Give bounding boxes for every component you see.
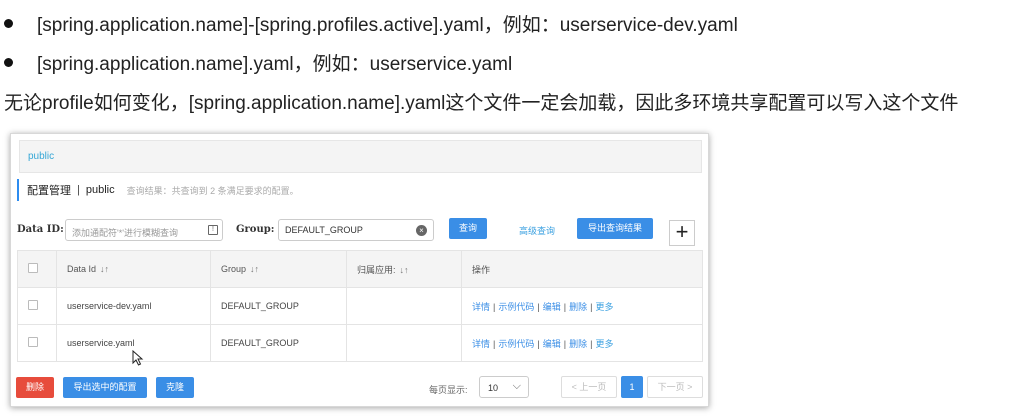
op-more-link[interactable]: 更多 bbox=[595, 339, 613, 349]
table-header-row: Data Id ↓↑ Group ↓↑ 归属应用: ↓↑ 操作 bbox=[17, 250, 703, 288]
delete-button[interactable]: 删除 bbox=[16, 377, 54, 398]
bullet-dot-icon bbox=[4, 58, 13, 67]
title-separator: | bbox=[77, 184, 80, 196]
row-select-cell[interactable] bbox=[17, 324, 57, 362]
op-delete-link[interactable]: 删除 bbox=[569, 339, 587, 349]
clear-icon[interactable]: × bbox=[416, 225, 427, 236]
header-ops-label: 操作 bbox=[472, 264, 491, 275]
select-all-checkbox[interactable] bbox=[28, 263, 38, 273]
header-group-label: Group bbox=[221, 264, 247, 274]
op-sample-code-link[interactable]: 示例代码 bbox=[498, 302, 534, 312]
bullet-item-2: [spring.application.name].yaml，例如：userse… bbox=[4, 49, 512, 76]
bullet-text-2: [spring.application.name].yaml，例如：userse… bbox=[37, 54, 513, 75]
data-id-label: Data ID: bbox=[17, 224, 64, 235]
header-ops: 操作 bbox=[461, 250, 703, 288]
export-query-results-button[interactable]: 导出查询结果 bbox=[577, 218, 653, 239]
sort-icon[interactable]: ↓↑ bbox=[250, 264, 259, 274]
bullet-item-1: [spring.application.name]-[spring.profil… bbox=[4, 10, 738, 37]
row-select-cell[interactable] bbox=[17, 287, 57, 325]
page-title-row: 配置管理 | public 查询结果：共查询到 2 条满足要求的配置。 bbox=[17, 178, 299, 202]
header-app-label: 归属应用: bbox=[357, 264, 396, 275]
paragraph: 无论profile如何变化，[spring.application.name].… bbox=[4, 93, 959, 114]
page-size-label: 每页显示: bbox=[429, 385, 468, 395]
chevron-down-icon: ⌵ bbox=[512, 380, 521, 392]
sort-icon[interactable]: ↓↑ bbox=[400, 265, 409, 275]
cell-ops: 详情 | 示例代码 | 编辑 | 删除 | 更多 bbox=[461, 324, 703, 362]
op-edit-link[interactable]: 编辑 bbox=[543, 339, 561, 349]
bullet-dot-icon bbox=[4, 19, 13, 28]
op-more-link[interactable]: 更多 bbox=[595, 302, 613, 312]
page-size-select[interactable]: 10 ⌵ bbox=[479, 376, 529, 398]
namespace-bar: public bbox=[19, 140, 702, 173]
input-suffix-icon: ! bbox=[208, 225, 218, 235]
nacos-config-screenshot: public 配置管理 | public 查询结果：共查询到 2 条满足要求的配… bbox=[10, 133, 709, 407]
namespace-tab-public[interactable]: public bbox=[28, 151, 54, 162]
add-config-button[interactable]: + bbox=[669, 220, 695, 246]
group-label: Group: bbox=[236, 224, 275, 235]
cell-app bbox=[346, 324, 462, 362]
export-selected-button[interactable]: 导出选中的配置 bbox=[63, 377, 147, 398]
mouse-pointer-icon bbox=[132, 350, 144, 366]
row-checkbox[interactable] bbox=[28, 337, 38, 347]
cell-ops: 详情 | 示例代码 | 编辑 | 删除 | 更多 bbox=[461, 287, 703, 325]
group-input-value: DEFAULT_GROUP bbox=[285, 225, 363, 235]
op-detail-link[interactable]: 详情 bbox=[472, 302, 490, 312]
prev-page-button[interactable]: < 上一页 bbox=[561, 376, 617, 398]
header-data-id-label: Data Id bbox=[67, 264, 97, 274]
select-all-cell[interactable] bbox=[17, 250, 57, 288]
op-sample-code-link[interactable]: 示例代码 bbox=[498, 339, 534, 349]
cell-group: DEFAULT_GROUP bbox=[210, 324, 347, 362]
title-accent-bar bbox=[17, 179, 19, 201]
advanced-query-link[interactable]: 高级查询 bbox=[519, 224, 555, 237]
bullet-text-1: [spring.application.name]-[spring.profil… bbox=[37, 15, 738, 36]
query-result-hint: 查询结果：共查询到 2 条满足要求的配置。 bbox=[126, 185, 299, 196]
op-delete-link[interactable]: 删除 bbox=[569, 302, 587, 312]
page-namespace: public bbox=[85, 184, 115, 196]
cell-app bbox=[346, 287, 462, 325]
query-button[interactable]: 查询 bbox=[449, 218, 487, 239]
op-edit-link[interactable]: 编辑 bbox=[543, 302, 561, 312]
page-title: 配置管理 bbox=[27, 185, 71, 197]
header-data-id[interactable]: Data Id ↓↑ bbox=[56, 250, 211, 288]
op-detail-link[interactable]: 详情 bbox=[472, 339, 490, 349]
table-row: userservice.yaml DEFAULT_GROUP 详情 | 示例代码 | 编… bbox=[17, 324, 703, 362]
next-page-button[interactable]: 下一页 > bbox=[647, 376, 703, 398]
table-row: userservice-dev.yaml DEFAULT_GROUP 详情 | 示例… bbox=[17, 287, 703, 325]
cell-data-id: userservice-dev.yaml bbox=[56, 287, 211, 325]
row-checkbox[interactable] bbox=[28, 300, 38, 310]
group-input[interactable]: DEFAULT_GROUP × bbox=[278, 219, 434, 241]
clone-button[interactable]: 克隆 bbox=[156, 377, 194, 398]
config-table: Data Id ↓↑ Group ↓↑ 归属应用: ↓↑ 操作 userservice… bbox=[17, 250, 703, 362]
header-app[interactable]: 归属应用: ↓↑ bbox=[346, 250, 462, 288]
header-group[interactable]: Group ↓↑ bbox=[210, 250, 347, 288]
sort-icon[interactable]: ↓↑ bbox=[100, 264, 109, 274]
page-size-value: 10 bbox=[488, 383, 499, 393]
cell-group: DEFAULT_GROUP bbox=[210, 287, 347, 325]
data-id-placeholder: 添加通配符'*'进行模糊查询 bbox=[72, 228, 178, 238]
page-1-button[interactable]: 1 bbox=[621, 376, 643, 398]
data-id-input[interactable]: 添加通配符'*'进行模糊查询 ! bbox=[65, 219, 223, 241]
